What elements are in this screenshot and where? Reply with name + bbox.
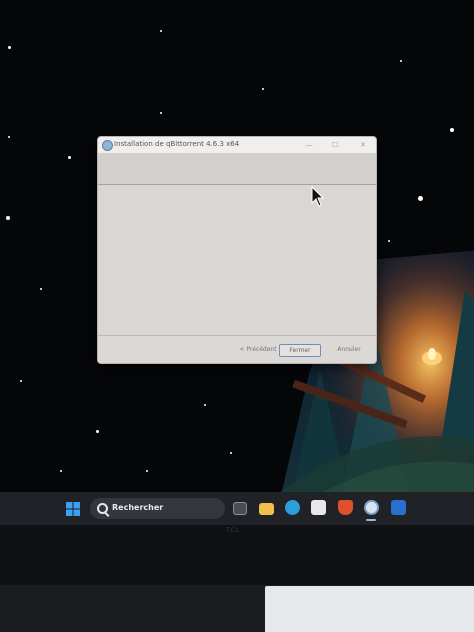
footer-divider (98, 335, 376, 336)
star (96, 430, 99, 433)
installer-content (98, 185, 376, 335)
edge-icon[interactable] (285, 500, 300, 515)
star (20, 380, 22, 382)
close-window-button[interactable]: ✕ (356, 139, 370, 151)
star (160, 30, 162, 32)
word-icon[interactable] (391, 500, 406, 515)
star (418, 196, 423, 201)
window-titlebar[interactable]: Installation de qBittorrent 4.6.3 x64 — … (98, 137, 376, 153)
brave-icon[interactable] (338, 500, 353, 515)
star (8, 136, 10, 138)
installer-window[interactable]: Installation de qBittorrent 4.6.3 x64 — … (97, 136, 377, 364)
minimize-button[interactable]: — (302, 139, 316, 151)
installer-header (98, 153, 376, 185)
active-app-indicator (366, 519, 376, 521)
star (60, 470, 62, 472)
star (204, 404, 206, 406)
cancel-button[interactable]: Annuler (330, 344, 368, 355)
file-explorer-icon[interactable] (259, 503, 274, 515)
close-button[interactable]: Fermer (279, 344, 321, 357)
star (160, 112, 162, 114)
window-title: Installation de qBittorrent 4.6.3 x64 (114, 140, 240, 148)
mouse-cursor-icon (311, 186, 325, 207)
task-view-icon[interactable] (233, 502, 247, 515)
star (388, 240, 390, 242)
star (6, 216, 10, 220)
previous-button[interactable]: < Précédent (238, 344, 278, 355)
star (68, 156, 71, 159)
star (400, 60, 402, 62)
search-icon (97, 503, 108, 514)
star (262, 88, 264, 90)
taskbar-search-box[interactable]: Rechercher (90, 498, 225, 519)
search-label: Rechercher (112, 503, 164, 512)
star (450, 128, 454, 132)
screen: Installation de qBittorrent 4.6.3 x64 — … (0, 0, 474, 525)
star (8, 46, 11, 49)
qbittorrent-app-icon (102, 140, 113, 151)
monitor-bezel (0, 525, 474, 585)
desk-object (265, 586, 474, 632)
star (230, 452, 232, 454)
store-icon[interactable] (311, 500, 326, 515)
tv-brand-logo: TCL (226, 527, 240, 534)
start-icon[interactable] (66, 502, 80, 516)
star (40, 288, 42, 290)
qbittorrent-icon[interactable] (364, 500, 379, 515)
star (146, 470, 148, 472)
maximize-button[interactable]: ☐ (328, 139, 342, 151)
